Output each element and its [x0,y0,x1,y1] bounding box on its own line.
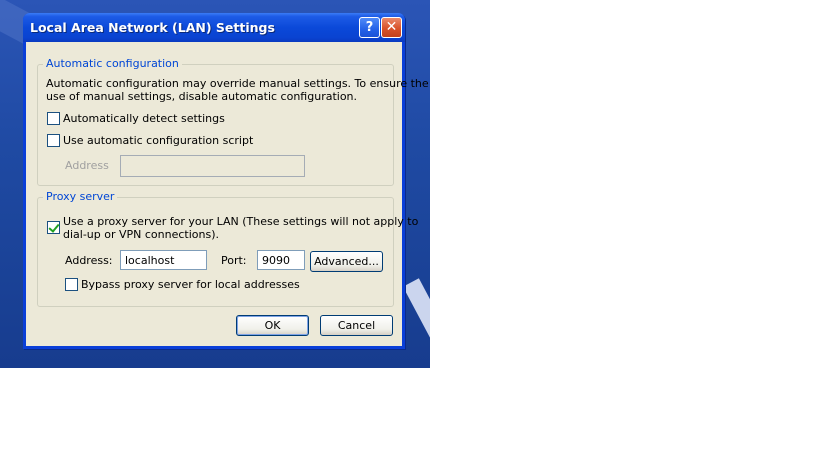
auto-detect-checkbox[interactable] [47,112,60,125]
auto-config-script-label[interactable]: Use automatic configuration script [63,134,253,147]
auto-config-script-checkbox[interactable] [47,134,60,147]
proxy-address-input[interactable]: localhost [120,250,207,270]
auto-config-description-line1: Automatic configuration may override man… [46,77,429,90]
advanced-button[interactable]: Advanced... [310,251,383,272]
auto-detect-label[interactable]: Automatically detect settings [63,112,225,125]
help-button[interactable]: ? [359,17,380,38]
lan-settings-dialog: Local Area Network (LAN) Settings ? ✕ Au… [23,13,429,349]
title-bar[interactable]: Local Area Network (LAN) Settings ? ✕ [23,13,405,42]
close-button[interactable]: ✕ [381,17,402,38]
script-address-label: Address [65,159,109,172]
use-proxy-checkbox[interactable] [47,221,60,234]
group-legend-automatic-configuration: Automatic configuration [43,57,182,70]
wallpaper-stripe [402,278,430,340]
automatic-configuration-group: Automatic configuration Automatic config… [37,57,429,186]
bypass-local-label[interactable]: Bypass proxy server for local addresses [81,278,300,291]
use-proxy-label-line2[interactable]: dial-up or VPN connections). [63,228,219,241]
proxy-address-label: Address: [65,254,113,267]
proxy-server-group: Proxy server Use a proxy server for your… [37,190,418,307]
use-proxy-label-line1[interactable]: Use a proxy server for your LAN (These s… [63,215,418,228]
script-address-field [120,155,305,177]
proxy-port-input[interactable]: 9090 [257,250,305,270]
cancel-button[interactable]: Cancel [320,315,393,336]
bypass-local-checkbox[interactable] [65,278,78,291]
window-title: Local Area Network (LAN) Settings [30,20,275,35]
proxy-port-label: Port: [221,254,247,267]
group-legend-proxy-server: Proxy server [43,190,118,203]
auto-config-description-line2: use of manual settings, disable automati… [46,90,358,103]
ok-button[interactable]: OK [236,315,309,336]
dialog-body: Automatic configuration Automatic config… [26,42,429,346]
